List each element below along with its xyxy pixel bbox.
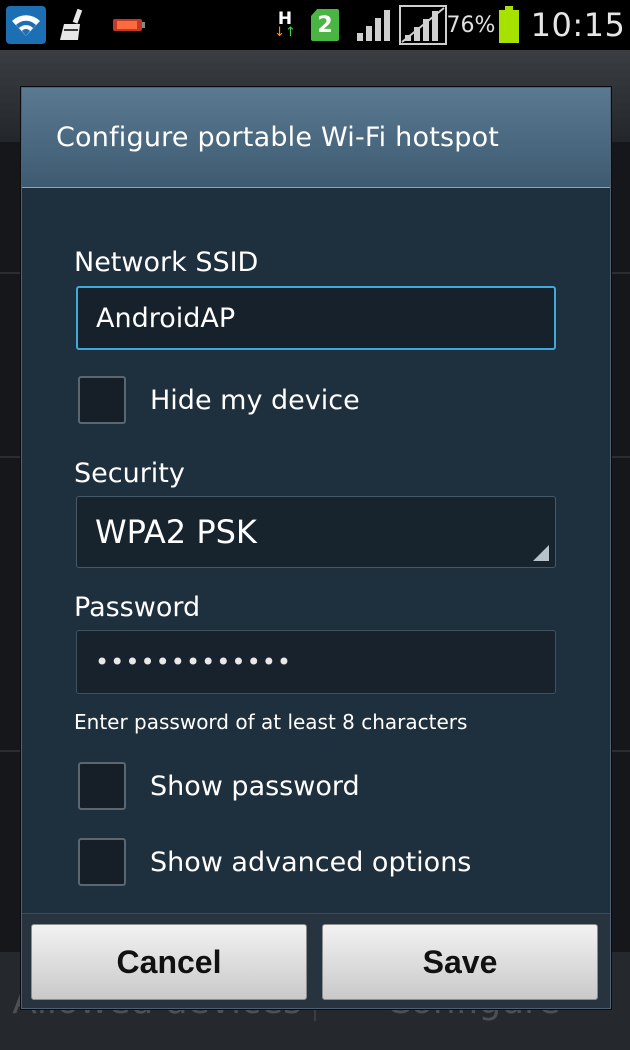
- dropdown-arrow-icon: [533, 545, 549, 561]
- cleaner-icon: [56, 0, 90, 50]
- wifi-icon: [6, 6, 46, 44]
- battery-app-icon: [112, 0, 146, 50]
- cancel-button[interactable]: Cancel: [31, 924, 307, 1000]
- battery-icon: [496, 0, 522, 50]
- password-value: •••••••••••••: [95, 648, 293, 676]
- show-password-label: Show password: [150, 770, 360, 802]
- battery-percent: 76%: [446, 12, 496, 38]
- security-label: Security: [74, 458, 185, 489]
- show-password-checkbox[interactable]: [78, 762, 126, 810]
- signal-icon: [354, 0, 394, 50]
- hotspot-config-dialog: Configure portable Wi-Fi hotspot Network…: [21, 87, 611, 1009]
- show-advanced-checkbox[interactable]: [78, 838, 126, 886]
- ssid-input[interactable]: AndroidAP: [76, 286, 556, 350]
- password-input[interactable]: •••••••••••••: [76, 630, 556, 694]
- dialog-header: Configure portable Wi-Fi hotspot: [22, 88, 610, 188]
- data-activity-icon: H ↓↑: [274, 9, 296, 40]
- password-label: Password: [74, 592, 201, 623]
- signal-icon-2: [398, 0, 448, 50]
- hide-device-row[interactable]: Hide my device: [78, 375, 360, 425]
- password-hint: Enter password of at least 8 characters: [74, 710, 468, 734]
- show-password-row[interactable]: Show password: [78, 761, 360, 811]
- ssid-value: AndroidAP: [96, 302, 236, 334]
- show-advanced-label: Show advanced options: [150, 846, 472, 878]
- save-button[interactable]: Save: [322, 924, 598, 1000]
- status-bar: H ↓↑ 2 76% 10:15: [0, 0, 630, 50]
- show-advanced-row[interactable]: Show advanced options: [78, 837, 471, 887]
- hide-device-checkbox[interactable]: [78, 376, 126, 424]
- sim-icon: 2: [311, 9, 339, 41]
- dialog-footer: Cancel Save: [22, 913, 610, 1008]
- security-value: WPA2 PSK: [95, 513, 257, 551]
- security-select[interactable]: WPA2 PSK: [76, 496, 556, 568]
- ssid-label: Network SSID: [74, 247, 259, 278]
- clock: 10:15: [530, 6, 626, 44]
- hide-device-label: Hide my device: [150, 384, 360, 416]
- dialog-title: Configure portable Wi-Fi hotspot: [56, 122, 500, 153]
- dialog-body: Network SSID AndroidAP Hide my device Se…: [22, 189, 610, 913]
